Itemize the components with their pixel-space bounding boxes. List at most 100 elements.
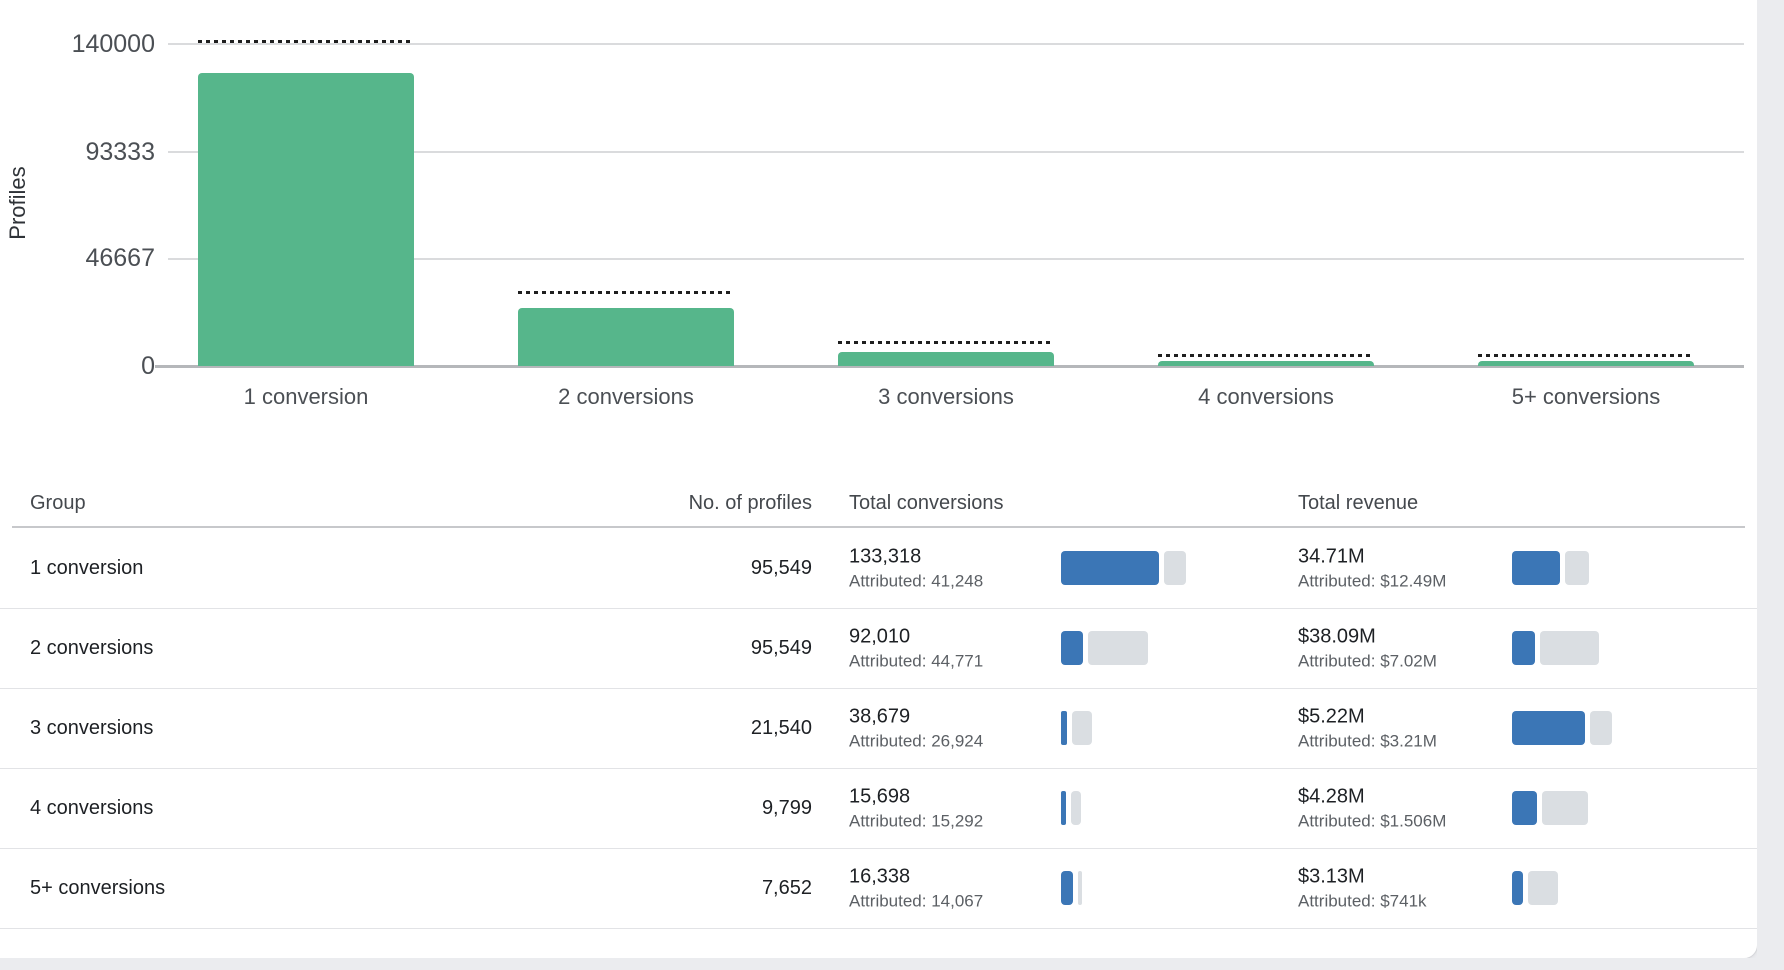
- chart-bar[interactable]: [838, 352, 1054, 366]
- x-category-label: 3 conversions: [878, 384, 1014, 409]
- revenue-cell: $3.13M Attributed: $741k: [1298, 864, 1427, 913]
- y-tick-label: 46667: [85, 244, 155, 272]
- column-header-conversions: Total conversions: [849, 492, 1004, 514]
- conversions-attributed: Attributed: 14,067: [849, 891, 984, 911]
- x-category-label: 4 conversions: [1198, 384, 1334, 409]
- profiles-bar-chart: Profiles 140000 93333 46667 0 1 conversi…: [0, 0, 1784, 420]
- revenue-attributed: Attributed: $1.506M: [1298, 811, 1447, 831]
- conversions-cell: 38,679 Attributed: 26,924: [849, 704, 983, 753]
- conversions-attributed: Attributed: 15,292: [849, 811, 984, 831]
- progress-fill: [1061, 791, 1066, 825]
- table-row: 1 conversion 95,549 133,318 Attributed: …: [0, 528, 1757, 609]
- conversions-cell: 16,338 Attributed: 14,067: [849, 864, 983, 913]
- column-header-profiles: No. of profiles: [688, 492, 812, 514]
- page-background-bottom: [0, 958, 1784, 970]
- progress-fill: [1512, 791, 1537, 825]
- revenue-value: $38.09M: [1298, 625, 1376, 648]
- progress-fill: [1061, 631, 1083, 665]
- conversions-cell: 15,698 Attributed: 15,292: [849, 784, 983, 833]
- progress-fill: [1061, 711, 1067, 745]
- reference-dotted-line: [1478, 354, 1694, 357]
- table-row: 2 conversions 95,549 92,010 Attributed: …: [0, 608, 1757, 689]
- profiles-cell: 21,540: [750, 716, 812, 739]
- progress-rest: [1540, 631, 1599, 665]
- reference-dotted-line: [518, 291, 734, 294]
- conversions-value: 133,318: [849, 545, 922, 568]
- group-cell: 5+ conversions: [30, 876, 166, 899]
- revenue-attributed: Attributed: $7.02M: [1298, 651, 1437, 671]
- progress-fill: [1512, 551, 1560, 585]
- revenue-value: 34.71M: [1298, 545, 1365, 568]
- progress-fill: [1512, 711, 1585, 745]
- x-category-label: 2 conversions: [558, 384, 694, 409]
- conversions-value: 16,338: [849, 865, 911, 888]
- conversions-cell: 92,010 Attributed: 44,771: [849, 624, 983, 673]
- reference-dotted-line: [198, 40, 414, 43]
- chart-bar[interactable]: [518, 308, 734, 366]
- progress-rest: [1590, 711, 1612, 745]
- revenue-cell: $38.09M Attributed: $7.02M: [1298, 624, 1437, 673]
- revenue-cell: $4.28M Attributed: $1.506M: [1298, 784, 1446, 833]
- profiles-cell: 95,549: [750, 556, 812, 579]
- revenue-value: $4.28M: [1298, 785, 1365, 808]
- group-cell: 4 conversions: [30, 796, 154, 819]
- revenue-progress-bar: [1512, 631, 1599, 665]
- y-tick-label: 93333: [85, 138, 155, 166]
- column-header-group: Group: [30, 492, 86, 514]
- progress-rest: [1164, 551, 1186, 585]
- group-cell: 1 conversion: [30, 556, 144, 579]
- profiles-cell: 9,799: [761, 796, 812, 819]
- progress-rest: [1071, 791, 1081, 825]
- progress-fill: [1061, 871, 1073, 905]
- revenue-cell: 34.71M Attributed: $12.49M: [1298, 544, 1446, 593]
- revenue-attributed: Attributed: $12.49M: [1298, 571, 1447, 591]
- conversions-progress-bar: [1061, 791, 1081, 825]
- profiles-cell: 95,549: [750, 636, 812, 659]
- conversions-progress-bar: [1061, 551, 1186, 585]
- profiles-cell: 7,652: [761, 876, 812, 899]
- conversions-cell: 133,318 Attributed: 41,248: [849, 544, 983, 593]
- progress-rest: [1078, 871, 1082, 905]
- chart-bar[interactable]: [198, 73, 414, 366]
- gridline: [168, 43, 1744, 45]
- progress-rest: [1528, 871, 1558, 905]
- group-cell: 3 conversions: [30, 716, 154, 739]
- revenue-value: $3.13M: [1298, 865, 1365, 888]
- table-row: 5+ conversions 7,652 16,338 Attributed: …: [0, 848, 1757, 929]
- revenue-progress-bar: [1512, 791, 1588, 825]
- x-category-label: 5+ conversions: [1511, 384, 1661, 409]
- progress-rest: [1542, 791, 1588, 825]
- conversions-attributed: Attributed: 44,771: [849, 651, 984, 671]
- progress-rest: [1565, 551, 1589, 585]
- progress-rest: [1072, 711, 1092, 745]
- reference-dotted-line: [1158, 354, 1374, 357]
- conversions-attributed: Attributed: 41,248: [849, 571, 984, 591]
- page-background-right: [1757, 0, 1784, 970]
- y-tick-label: 140000: [71, 30, 155, 58]
- column-header-revenue: Total revenue: [1298, 492, 1419, 514]
- revenue-cell: $5.22M Attributed: $3.21M: [1298, 704, 1437, 753]
- table-row: 3 conversions 21,540 38,679 Attributed: …: [0, 688, 1757, 769]
- group-cell: 2 conversions: [30, 636, 154, 659]
- chart-bar[interactable]: [1158, 361, 1374, 366]
- conversions-progress-bar: [1061, 871, 1082, 905]
- conversions-attributed: Attributed: 26,924: [849, 731, 984, 751]
- chart-bar[interactable]: [1478, 361, 1694, 366]
- conversions-progress-bar: [1061, 711, 1092, 745]
- x-category-label: 1 conversion: [243, 384, 369, 409]
- conversions-value: 38,679: [849, 705, 911, 728]
- revenue-attributed: Attributed: $3.21M: [1298, 731, 1437, 751]
- conversions-value: 92,010: [849, 625, 911, 648]
- reference-dotted-line: [838, 341, 1054, 344]
- table-row: 4 conversions 9,799 15,698 Attributed: 1…: [0, 768, 1757, 849]
- revenue-attributed: Attributed: $741k: [1298, 891, 1427, 911]
- y-tick-label: 0: [141, 352, 155, 380]
- revenue-progress-bar: [1512, 711, 1612, 745]
- revenue-progress-bar: [1512, 871, 1558, 905]
- progress-fill: [1061, 551, 1159, 585]
- conversions-value: 15,698: [849, 785, 911, 808]
- revenue-value: $5.22M: [1298, 705, 1365, 728]
- revenue-progress-bar: [1512, 551, 1589, 585]
- progress-fill: [1512, 871, 1523, 905]
- progress-rest: [1088, 631, 1148, 665]
